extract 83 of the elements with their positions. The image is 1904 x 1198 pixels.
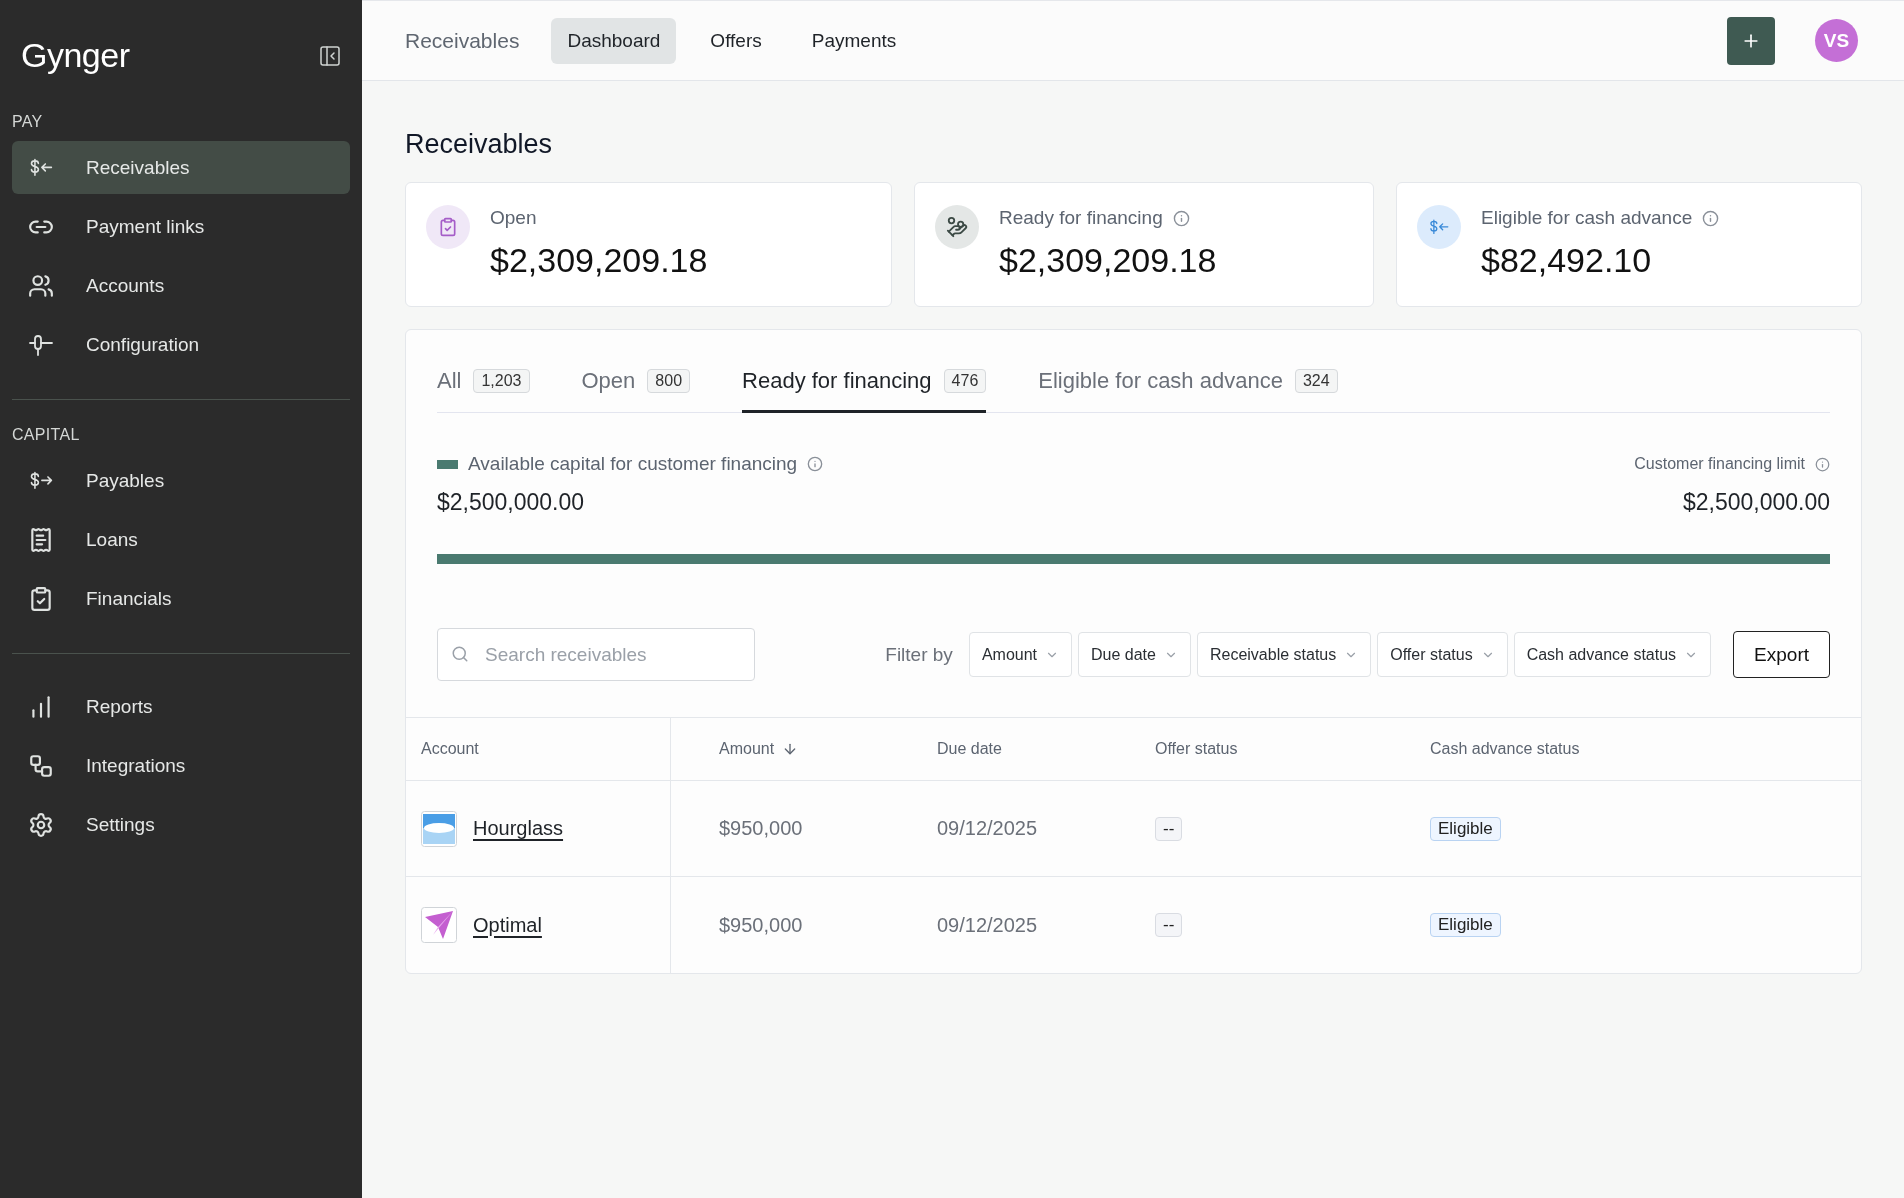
filter-dropdown[interactable]: Due date	[1078, 632, 1191, 677]
clipboard-check-icon	[28, 585, 54, 612]
tab-label: All	[437, 368, 462, 394]
search-field[interactable]: Search receivables	[437, 628, 755, 681]
count-badge: 800	[647, 369, 691, 393]
filter-tab[interactable]: Ready for financing 476	[742, 368, 987, 413]
workflow-icon	[28, 752, 54, 779]
nav-item[interactable]: Reports	[12, 680, 350, 733]
table-cell: 09/12/2025	[937, 913, 1038, 937]
paper-plane-icon	[421, 907, 457, 943]
table-cell: $950,000	[719, 817, 803, 840]
nav-item[interactable]: Loans	[12, 513, 350, 566]
filter-dropdown[interactable]: Offer status	[1377, 632, 1508, 677]
limit-label: Customer financing limit	[1634, 455, 1805, 473]
dollar-arrow-icon	[1428, 218, 1450, 236]
receipt-icon	[28, 526, 54, 553]
nav-tab[interactable]: Offers	[694, 17, 778, 64]
nav-tab[interactable]: Dashboard	[551, 17, 677, 64]
tab-label: Eligible for cash advance	[1038, 368, 1283, 394]
settings-icon	[28, 811, 54, 838]
column-label: Due date	[937, 740, 1002, 758]
capital-amount: $2,500,000.00	[437, 489, 585, 516]
filter-dropdown[interactable]: Amount	[968, 632, 1072, 677]
export-button[interactable]: Export	[1733, 631, 1830, 678]
nav-item[interactable]: Accounts	[12, 259, 350, 312]
hand-coins-icon	[946, 216, 968, 238]
filter-tab[interactable]: Open 800	[581, 368, 691, 413]
nav-item[interactable]: Payment links	[12, 200, 350, 253]
status-tag: Eligible	[1430, 816, 1501, 841]
nav-tab[interactable]: Payments	[795, 17, 913, 64]
tab-label: Ready for financing	[742, 368, 932, 394]
nav-item[interactable]: Payables	[12, 454, 350, 507]
info-icon[interactable]	[1815, 456, 1830, 472]
info-icon[interactable]	[1702, 209, 1720, 227]
capital-label: Available capital for customer financing	[468, 453, 798, 475]
card-value: $2,309,209.18	[490, 241, 708, 280]
nav-item[interactable]: Settings	[12, 798, 350, 851]
column-label: Offer status	[1155, 740, 1238, 758]
info-icon[interactable]	[1172, 209, 1190, 227]
limit-amount: $2,500,000.00	[1682, 489, 1830, 516]
status-tag: Eligible	[1430, 913, 1501, 937]
users-icon	[28, 272, 54, 299]
dollar-arrow-icon	[28, 470, 54, 491]
count-badge: 476	[943, 369, 987, 393]
card-label: Eligible for cash advance	[1481, 207, 1693, 229]
column-label: Amount	[719, 740, 775, 758]
card-label: Open	[490, 207, 537, 229]
card-value: $2,309,209.18	[999, 241, 1217, 280]
filter-tab[interactable]: All 1,203	[437, 368, 530, 413]
status-tag: --	[1155, 913, 1183, 937]
clipboard-check-icon	[438, 217, 458, 237]
count-badge: 324	[1294, 369, 1338, 393]
nav-item[interactable]: Receivables	[12, 141, 350, 194]
filter-dropdown[interactable]: Cash advance status	[1513, 632, 1712, 677]
status-tag: --	[1155, 816, 1183, 841]
card-value: $82,492.10	[1481, 241, 1653, 280]
page-title: Receivables	[405, 129, 554, 160]
dollar-arrow-icon	[28, 157, 54, 178]
add-button[interactable]	[1727, 16, 1775, 65]
column-label: Account	[421, 740, 479, 758]
table-cell: $950,000	[719, 913, 803, 937]
nav-item[interactable]: Configuration	[12, 318, 350, 371]
column-label: Cash advance status	[1430, 740, 1580, 758]
section-title: CAPITAL	[12, 426, 81, 445]
collapse-sidebar-button[interactable]	[318, 43, 342, 68]
table-cell: 09/12/2025	[937, 817, 1038, 840]
filter-label: Filter by	[885, 643, 953, 666]
connector-icon	[28, 332, 54, 357]
card-label: Ready for financing	[999, 207, 1163, 229]
account-link[interactable]: Optimal	[473, 913, 542, 937]
account-link[interactable]: Hourglass	[473, 817, 564, 840]
info-icon[interactable]	[807, 456, 824, 472]
filter-tab[interactable]: Eligible for cash advance 324	[1038, 368, 1338, 413]
section-title: PAY	[12, 113, 44, 132]
nav-item[interactable]: Integrations	[12, 739, 350, 792]
count-badge: 1,203	[473, 369, 530, 393]
tab-label: Open	[581, 368, 636, 394]
legend-swatch	[437, 459, 458, 469]
section-title: Receivables	[405, 28, 520, 53]
filter-dropdown[interactable]: Receivable status	[1196, 632, 1372, 677]
account-logo-icon	[421, 810, 457, 847]
logo: Gynger	[21, 36, 130, 75]
nav-item[interactable]: Financials	[12, 572, 350, 625]
